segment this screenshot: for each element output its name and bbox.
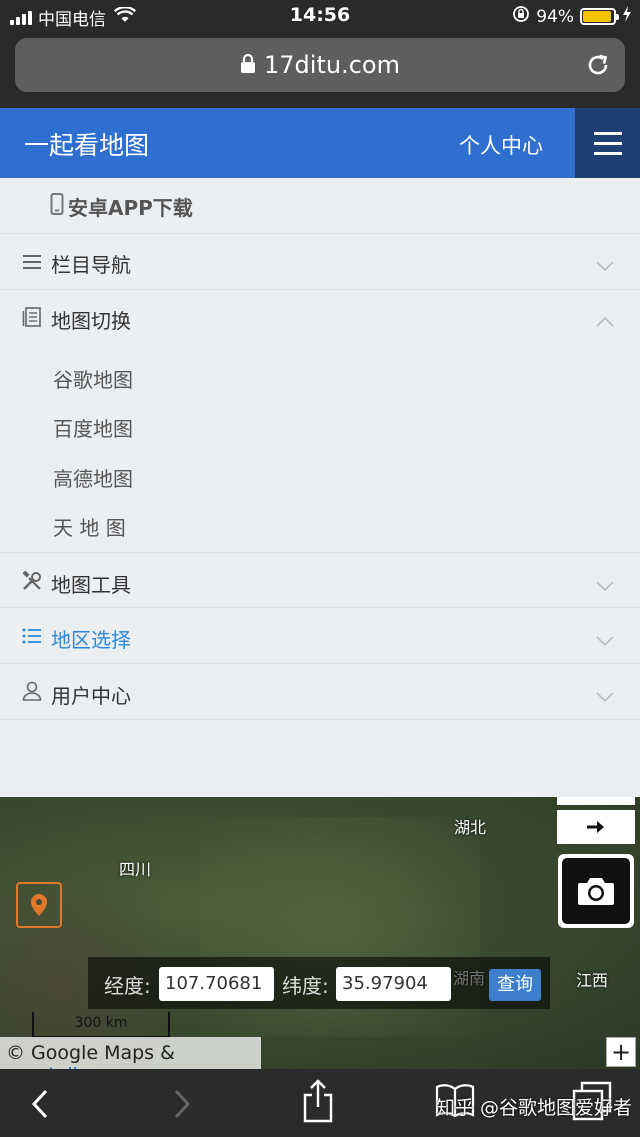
menu-item-map-tools[interactable]: 地图工具 — [0, 552, 640, 608]
phone-icon — [50, 193, 64, 219]
browser-toolbar: 知乎 @谷歌地图爱好者 — [0, 1069, 640, 1137]
status-right: 94% — [512, 5, 632, 28]
menu-item-label: 地图工具 — [51, 573, 131, 597]
submenu-tianditu[interactable]: 天 地 图 — [53, 512, 126, 541]
arrow-button[interactable] — [557, 810, 635, 844]
submenu-amap[interactable]: 高德地图 — [53, 463, 133, 492]
chevron-down-icon — [596, 576, 614, 595]
map-label-hubei: 湖北 — [454, 818, 487, 837]
latitude-label: 纬度: — [282, 974, 329, 998]
locate-button[interactable] — [16, 882, 62, 928]
nav-drawer: 安卓APP下载 栏目导航 地图切换 谷歌地图 百度地图 高德地图 天 地 图 地… — [0, 178, 640, 797]
menu-item-column-nav[interactable]: 栏目导航 — [0, 234, 640, 290]
map-label-sichuan: 四川 — [119, 860, 152, 879]
menu-item-user-center[interactable]: 用户中心 — [0, 664, 640, 720]
browser-chrome: 17ditu.com — [0, 32, 640, 108]
latitude-input[interactable]: 35.97904 — [336, 967, 451, 1001]
menu-item-label-active: 地区选择 — [51, 628, 131, 652]
book-icon — [22, 307, 42, 331]
tools-icon — [22, 570, 42, 595]
back-icon[interactable] — [30, 1089, 50, 1123]
map-label-jiangxi: 江西 — [576, 971, 609, 990]
longitude-label: 经度: — [104, 974, 151, 998]
scale-label: 300 km — [74, 1015, 128, 1031]
status-bar: 中国电信 14:56 94% — [0, 0, 640, 32]
personal-center-link[interactable]: 个人中心 — [459, 130, 543, 160]
arrow-right-icon — [587, 821, 604, 833]
menu-item-label: 栏目导航 — [51, 253, 131, 277]
menu-icon — [593, 131, 622, 135]
map-attribution: © Google Maps & maptalks — [0, 1037, 261, 1069]
camera-icon — [578, 878, 614, 905]
chevron-down-icon — [596, 631, 614, 650]
submenu-baidu-map[interactable]: 百度地图 — [53, 413, 133, 442]
url-display[interactable]: 17ditu.com — [15, 51, 625, 80]
address-bar[interactable]: 17ditu.com — [15, 38, 625, 92]
user-icon — [22, 681, 42, 705]
longitude-input[interactable]: 107.70681 — [159, 967, 274, 1001]
list-bullet-icon — [22, 628, 42, 648]
query-button[interactable]: 查询 — [489, 969, 541, 1001]
reload-icon[interactable] — [585, 52, 611, 82]
lock-icon — [240, 52, 256, 80]
side-control-fragment[interactable] — [557, 797, 635, 805]
menu-item-region-select[interactable]: 地区选择 — [0, 608, 640, 664]
coordinate-panel: 经度: 107.70681 纬度: 35.97904 查询 — [88, 957, 550, 1009]
rotation-lock-icon — [512, 5, 530, 28]
zoom-in-button[interactable]: + — [606, 1037, 636, 1067]
battery-fill — [583, 11, 612, 22]
submenu-google-map[interactable]: 谷歌地图 — [53, 364, 133, 393]
app-download-label: 安卓APP下载 — [68, 196, 193, 220]
chevron-down-icon — [596, 687, 614, 706]
forward-icon[interactable] — [172, 1089, 192, 1123]
site-logo-text[interactable]: 一起看地图 — [24, 126, 149, 162]
scale-bar: 300 km — [32, 1012, 170, 1038]
screenshot-button[interactable] — [558, 854, 634, 928]
app-download-row[interactable]: 安卓APP下载 — [0, 178, 640, 234]
menu-item-label: 地图切换 — [51, 309, 131, 333]
site-header: 一起看地图 个人中心 — [0, 108, 640, 178]
url-domain: 17ditu.com — [264, 51, 400, 79]
zhihu-watermark: 知乎 @谷歌地图爱好者 — [436, 1097, 633, 1119]
menu-item-label: 用户中心 — [51, 684, 131, 708]
chevron-down-icon — [596, 256, 614, 275]
battery-icon — [580, 8, 619, 25]
charging-icon — [622, 6, 632, 27]
list-icon — [22, 254, 42, 274]
battery-percent: 94% — [536, 6, 574, 27]
share-icon[interactable] — [301, 1079, 335, 1127]
chevron-up-icon — [596, 312, 614, 331]
hamburger-menu-button[interactable] — [575, 108, 640, 178]
menu-item-map-switch[interactable]: 地图切换 — [0, 290, 640, 346]
location-pin-icon — [31, 894, 47, 916]
attribution-text: © Google Maps & — [6, 1042, 175, 1064]
satellite-map[interactable]: 湖北 四川 湖南 江西 经度: 107.70681 纬度: 35.97904 查… — [0, 797, 640, 1069]
